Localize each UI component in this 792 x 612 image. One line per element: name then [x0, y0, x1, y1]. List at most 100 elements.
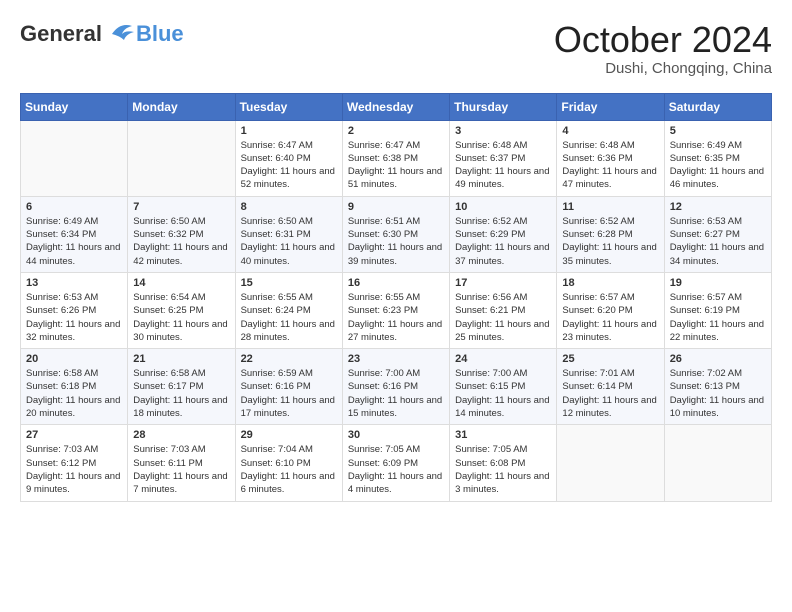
daylight: Daylight: 11 hours and 3 minutes. [455, 471, 549, 495]
daylight: Daylight: 11 hours and 10 minutes. [670, 395, 764, 419]
day-info: Sunrise: 7:00 AM Sunset: 6:16 PM Daylight:… [348, 367, 444, 420]
sunrise: Sunrise: 7:00 AM [348, 368, 420, 379]
day-number: 16 [348, 277, 444, 289]
daylight: Daylight: 11 hours and 22 minutes. [670, 319, 764, 343]
weekday-header: Tuesday [235, 93, 342, 120]
logo: General Blue [20, 20, 184, 48]
day-number: 29 [241, 429, 337, 441]
day-number: 2 [348, 125, 444, 137]
sunrise: Sunrise: 6:49 AM [670, 140, 742, 151]
sunrise: Sunrise: 6:50 AM [241, 216, 313, 227]
calendar-cell: 3 Sunrise: 6:48 AMSunset: 6:37 PMDaylight… [450, 120, 557, 196]
day-info: Sunrise: 6:55 AM Sunset: 6:23 PM Daylight:… [348, 291, 444, 344]
sunset: Sunset: 6:38 PM [348, 153, 418, 164]
daylight: Daylight: 11 hours and 14 minutes. [455, 395, 549, 419]
sunrise: Sunrise: 6:55 AM [348, 292, 420, 303]
sunrise: Sunrise: 6:53 AM [26, 292, 98, 303]
month-title: October 2024 [554, 20, 772, 60]
weekday-header: Saturday [664, 93, 771, 120]
day-number: 27 [26, 429, 122, 441]
sunrise: Sunrise: 6:58 AM [133, 368, 205, 379]
daylight: Daylight: 11 hours and 15 minutes. [348, 395, 442, 419]
sunrise: Sunrise: 6:48 AM [455, 140, 527, 151]
day-info: Sunrise: 6:57 AM Sunset: 6:19 PM Daylight:… [670, 291, 766, 344]
calendar-cell [128, 120, 235, 196]
weekday-header: Monday [128, 93, 235, 120]
daylight: Daylight: 11 hours and 17 minutes. [241, 395, 335, 419]
calendar-cell [557, 425, 664, 501]
daylight: Daylight: 11 hours and 47 minutes. [562, 166, 656, 190]
weekday-header: Friday [557, 93, 664, 120]
title-section: October 2024 Dushi, Chongqing, China [554, 20, 772, 77]
daylight: Daylight: 11 hours and 30 minutes. [133, 319, 227, 343]
calendar-cell: 17Sunrise: 6:56 AMSunset: 6:21 PMDayligh… [450, 272, 557, 348]
day-info: Sunrise: 7:03 AMSunset: 6:12 PMDaylight:… [26, 443, 122, 496]
calendar-cell: 26Sunrise: 7:02 AMSunset: 6:13 PMDayligh… [664, 349, 771, 425]
day-number: 25 [562, 353, 658, 365]
sunset: Sunset: 6:19 PM [670, 305, 740, 316]
day-info: Sunrise: 7:03 AMSunset: 6:11 PMDaylight:… [133, 443, 229, 496]
sunrise: Sunrise: 6:57 AM [670, 292, 742, 303]
day-number: 3 [455, 125, 551, 137]
page-header: General Blue October 2024 Dushi, Chongqi… [20, 20, 772, 77]
day-number: 14 [133, 277, 229, 289]
calendar-cell: 16 Sunrise: 6:55 AM Sunset: 6:23 PM Dayligh… [342, 272, 449, 348]
calendar-cell: 13Sunrise: 6:53 AMSunset: 6:26 PMDayligh… [21, 272, 128, 348]
calendar-table: SundayMondayTuesdayWednesdayThursdayFrid… [20, 93, 772, 502]
day-number: 20 [26, 353, 122, 365]
daylight: Daylight: 11 hours and 6 minutes. [241, 471, 335, 495]
calendar-cell: 22Sunrise: 6:59 AMSunset: 6:16 PMDayligh… [235, 349, 342, 425]
sunrise: Sunrise: 6:52 AM [455, 216, 527, 227]
day-number: 18 [562, 277, 658, 289]
daylight: Daylight: 11 hours and 25 minutes. [455, 319, 549, 343]
day-number: 7 [133, 201, 229, 213]
sunset: Sunset: 6:23 PM [348, 305, 418, 316]
day-number: 19 [670, 277, 766, 289]
daylight: Daylight: 11 hours and 27 minutes. [348, 319, 442, 343]
daylight: Daylight: 11 hours and 12 minutes. [562, 395, 656, 419]
calendar-cell: 1Sunrise: 6:47 AMSunset: 6:40 PMDaylight… [235, 120, 342, 196]
calendar-cell: 6Sunrise: 6:49 AMSunset: 6:34 PMDaylight… [21, 196, 128, 272]
calendar-cell: 14Sunrise: 6:54 AMSunset: 6:25 PMDayligh… [128, 272, 235, 348]
calendar-cell: 23 Sunrise: 7:00 AM Sunset: 6:16 PM Dayligh… [342, 349, 449, 425]
calendar-cell: 19 Sunrise: 6:57 AM Sunset: 6:19 PM Dayligh… [664, 272, 771, 348]
daylight: Daylight: 11 hours and 23 minutes. [562, 319, 656, 343]
calendar-cell: 15Sunrise: 6:55 AMSunset: 6:24 PMDayligh… [235, 272, 342, 348]
sunset: Sunset: 6:09 PM [348, 458, 418, 469]
calendar-cell: 8Sunrise: 6:50 AMSunset: 6:31 PMDaylight… [235, 196, 342, 272]
daylight: Daylight: 11 hours and 18 minutes. [133, 395, 227, 419]
day-info: Sunrise: 6:52 AMSunset: 6:29 PMDaylight:… [455, 215, 551, 268]
sunset: Sunset: 6:20 PM [562, 305, 632, 316]
day-number: 5 [670, 125, 766, 137]
calendar-cell: 5 Sunrise: 6:49 AM Sunset: 6:35 PM Daylight… [664, 120, 771, 196]
sunset: Sunset: 6:35 PM [670, 153, 740, 164]
sunrise: Sunrise: 6:57 AM [562, 292, 634, 303]
daylight: Daylight: 11 hours and 9 minutes. [26, 471, 120, 495]
sunrise: Sunrise: 6:56 AM [455, 292, 527, 303]
daylight: Daylight: 11 hours and 51 minutes. [348, 166, 442, 190]
calendar-cell: 2Sunrise: 6:47 AMSunset: 6:38 PMDaylight… [342, 120, 449, 196]
calendar-week-row: 13Sunrise: 6:53 AMSunset: 6:26 PMDayligh… [21, 272, 772, 348]
sunrise: Sunrise: 7:01 AM [562, 368, 634, 379]
daylight: Daylight: 11 hours and 44 minutes. [26, 242, 120, 266]
day-info: Sunrise: 7:05 AMSunset: 6:08 PMDaylight:… [455, 443, 551, 496]
day-number: 23 [348, 353, 444, 365]
sunset: Sunset: 6:17 PM [133, 381, 203, 392]
sunrise: Sunrise: 7:02 AM [670, 368, 742, 379]
sunrise: Sunrise: 6:55 AM [241, 292, 313, 303]
sunrise: Sunrise: 6:54 AM [133, 292, 205, 303]
sunset: Sunset: 6:16 PM [348, 381, 418, 392]
day-number: 26 [670, 353, 766, 365]
daylight: Daylight: 11 hours and 40 minutes. [241, 242, 335, 266]
sunrise: Sunrise: 6:58 AM [26, 368, 98, 379]
day-info: Sunrise: 6:51 AMSunset: 6:30 PMDaylight:… [348, 215, 444, 268]
sunrise: Sunrise: 6:59 AM [241, 368, 313, 379]
calendar-cell: 28Sunrise: 7:03 AMSunset: 6:11 PMDayligh… [128, 425, 235, 501]
sunset: Sunset: 6:29 PM [455, 229, 525, 240]
daylight: Daylight: 11 hours and 46 minutes. [670, 166, 764, 190]
sunset: Sunset: 6:14 PM [562, 381, 632, 392]
sunset: Sunset: 6:31 PM [241, 229, 311, 240]
day-info: Sunrise: 6:48 AMSunset: 6:37 PMDaylight:… [455, 139, 551, 192]
sunrise: Sunrise: 6:51 AM [348, 216, 420, 227]
daylight: Daylight: 11 hours and 20 minutes. [26, 395, 120, 419]
